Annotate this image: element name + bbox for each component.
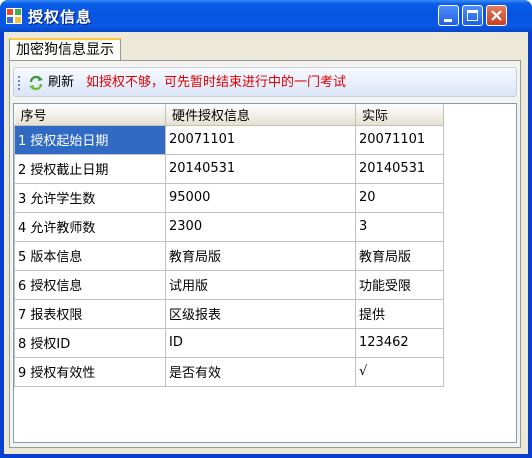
notice-text: 如授权不够，可先暂时结束进行中的一门考试 — [86, 75, 347, 90]
toolbar: 刷新 如授权不够，可先暂时结束进行中的一门考试 — [13, 67, 517, 97]
column-header-index[interactable]: 序号 — [14, 104, 166, 126]
cell-actual[interactable]: 功能受限 — [355, 269, 444, 300]
cell-actual[interactable]: 提供 — [355, 298, 444, 329]
toolbar-grip[interactable] — [18, 76, 20, 90]
table-row[interactable]: 8 授权ID ID 123462 — [14, 327, 444, 358]
license-grid: 序号 硬件授权信息 实际 1 授权起始日期 20071101 20071101 … — [13, 103, 517, 443]
cell-item[interactable]: 7 报表权限 — [14, 298, 166, 329]
cell-item[interactable]: 2 授权截止日期 — [14, 153, 166, 184]
cell-hardware[interactable]: ID — [165, 327, 356, 358]
table-row[interactable]: 3 允许学生数 95000 20 — [14, 182, 444, 213]
column-header-actual[interactable]: 实际 — [355, 104, 444, 126]
table-row[interactable]: 4 允许教师数 2300 3 — [14, 211, 444, 242]
table-row[interactable]: 9 授权有效性 是否有效 √ — [14, 356, 444, 387]
cell-item[interactable]: 1 授权起始日期 — [14, 124, 166, 155]
table-row[interactable]: 5 版本信息 教育局版 教育局版 — [14, 240, 444, 271]
license-table: 序号 硬件授权信息 实际 1 授权起始日期 20071101 20071101 … — [14, 104, 444, 387]
refresh-button[interactable]: 刷新 — [26, 72, 74, 94]
cell-hardware[interactable]: 20140531 — [165, 153, 356, 184]
maximize-icon — [467, 10, 478, 21]
close-button[interactable] — [486, 5, 507, 26]
cell-item[interactable]: 6 授权信息 — [14, 269, 166, 300]
maximize-button[interactable] — [462, 5, 483, 26]
cell-actual[interactable]: 20140531 — [355, 153, 444, 184]
column-header-hardware[interactable]: 硬件授权信息 — [165, 104, 356, 126]
table-row[interactable]: 6 授权信息 试用版 功能受限 — [14, 269, 444, 300]
cell-actual[interactable]: 20 — [355, 182, 444, 213]
cell-actual[interactable]: 教育局版 — [355, 240, 444, 271]
window: 授权信息 加密狗信息显示 刷新 如授权不够，可先暂时结束进行中的一门考试 序号 … — [0, 0, 532, 458]
cell-actual[interactable]: 20071101 — [355, 124, 444, 155]
tab-panel: 刷新 如授权不够，可先暂时结束进行中的一门考试 序号 硬件授权信息 实际 1 授… — [9, 60, 521, 448]
cell-actual[interactable]: 123462 — [355, 327, 444, 358]
table-row[interactable]: 1 授权起始日期 20071101 20071101 — [14, 124, 444, 155]
tab-dongle-info[interactable]: 加密狗信息显示 — [9, 38, 121, 60]
cell-hardware[interactable]: 2300 — [165, 211, 356, 242]
cell-hardware[interactable]: 95000 — [165, 182, 356, 213]
cell-hardware[interactable]: 试用版 — [165, 269, 356, 300]
cell-item[interactable]: 8 授权ID — [14, 327, 166, 358]
cell-actual[interactable]: 3 — [355, 211, 444, 242]
title-bar[interactable]: 授权信息 — [0, 0, 532, 32]
cell-hardware[interactable]: 是否有效 — [165, 356, 356, 387]
minimize-icon — [444, 19, 452, 22]
client-area: 加密狗信息显示 刷新 如授权不够，可先暂时结束进行中的一门考试 序号 硬件授权信… — [4, 32, 528, 454]
cell-hardware[interactable]: 20071101 — [165, 124, 356, 155]
cell-hardware[interactable]: 区级报表 — [165, 298, 356, 329]
cell-item[interactable]: 3 允许学生数 — [14, 182, 166, 213]
table-header-row: 序号 硬件授权信息 实际 — [14, 104, 444, 126]
refresh-label: 刷新 — [48, 75, 75, 90]
refresh-icon — [29, 75, 43, 91]
cell-item[interactable]: 4 允许教师数 — [14, 211, 166, 242]
cell-hardware[interactable]: 教育局版 — [165, 240, 356, 271]
close-icon — [491, 10, 502, 21]
table-row[interactable]: 2 授权截止日期 20140531 20140531 — [14, 153, 444, 184]
app-icon — [6, 8, 22, 24]
cell-actual[interactable]: √ — [355, 356, 444, 387]
cell-item[interactable]: 5 版本信息 — [14, 240, 166, 271]
table-row[interactable]: 7 报表权限 区级报表 提供 — [14, 298, 444, 329]
minimize-button[interactable] — [438, 5, 459, 26]
window-title: 授权信息 — [28, 8, 93, 26]
cell-item[interactable]: 9 授权有效性 — [14, 356, 166, 387]
